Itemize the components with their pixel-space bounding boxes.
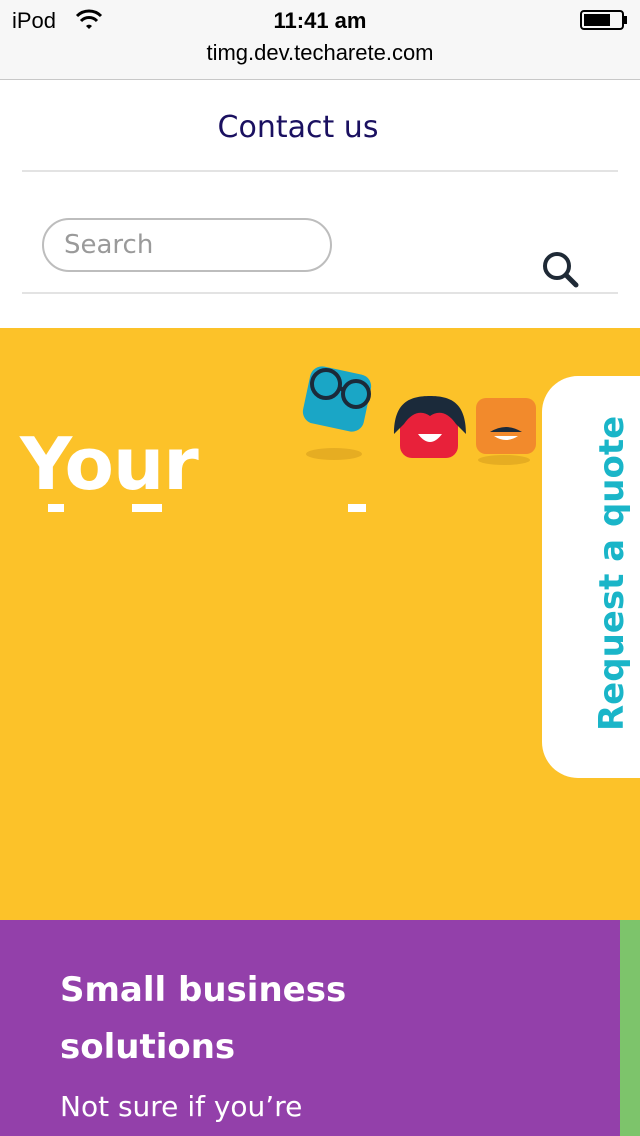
hero-title-clipped xyxy=(20,504,380,516)
section-body: Not sure if you’re xyxy=(60,1090,303,1123)
orange-mustache-character xyxy=(476,398,536,465)
blue-glasses-character xyxy=(302,366,372,460)
url-bar[interactable]: timg.dev.techarete.com xyxy=(0,40,640,66)
small-business-section: Small business solutions Not sure if you… xyxy=(0,920,620,1136)
request-quote-label: Request a quote xyxy=(592,415,632,731)
hero-title: Your xyxy=(20,422,199,506)
divider xyxy=(22,170,618,172)
divider xyxy=(22,292,618,294)
contact-us-link[interactable]: Contact us xyxy=(0,110,596,145)
battery-icon xyxy=(580,10,627,30)
status-bar: iPod 11:41 am timg.dev.techarete.com xyxy=(0,0,640,80)
green-strip xyxy=(620,920,640,1136)
section-heading: Small business solutions xyxy=(60,970,347,1067)
search-input[interactable] xyxy=(42,218,332,272)
status-time: 11:41 am xyxy=(273,8,367,33)
request-quote-tab[interactable]: Request a quote xyxy=(542,376,640,778)
red-smiling-character xyxy=(394,396,466,458)
search-icon[interactable] xyxy=(540,250,580,290)
